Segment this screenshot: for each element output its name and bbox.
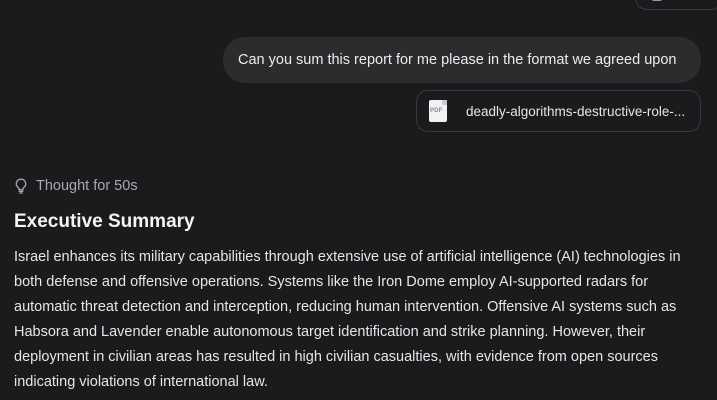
copy-icon [652, 0, 662, 1]
thought-toggle[interactable]: Thought for 50s [14, 178, 138, 194]
lightbulb-icon [15, 178, 27, 194]
thought-duration-label: Thought for 50s [36, 178, 138, 194]
chat-page: Can you sum this report for me please in… [0, 0, 717, 400]
pdf-icon-label: PDF [430, 108, 443, 114]
user-message-text: Can you sum this report for me please in… [238, 52, 677, 68]
executive-summary-heading: Executive Summary [14, 211, 195, 232]
pdf-attachment[interactable]: PDF deadly-algorithms-destructive-role-.… [416, 90, 701, 132]
summary-paragraph: Israel enhances its military capabilitie… [14, 249, 681, 390]
user-message-bubble: Can you sum this report for me please in… [223, 37, 701, 83]
message-action-button[interactable] [635, 0, 717, 10]
pdf-file-icon: PDF [429, 100, 447, 122]
attachment-filename: deadly-algorithms-destructive-role-... [466, 103, 686, 119]
